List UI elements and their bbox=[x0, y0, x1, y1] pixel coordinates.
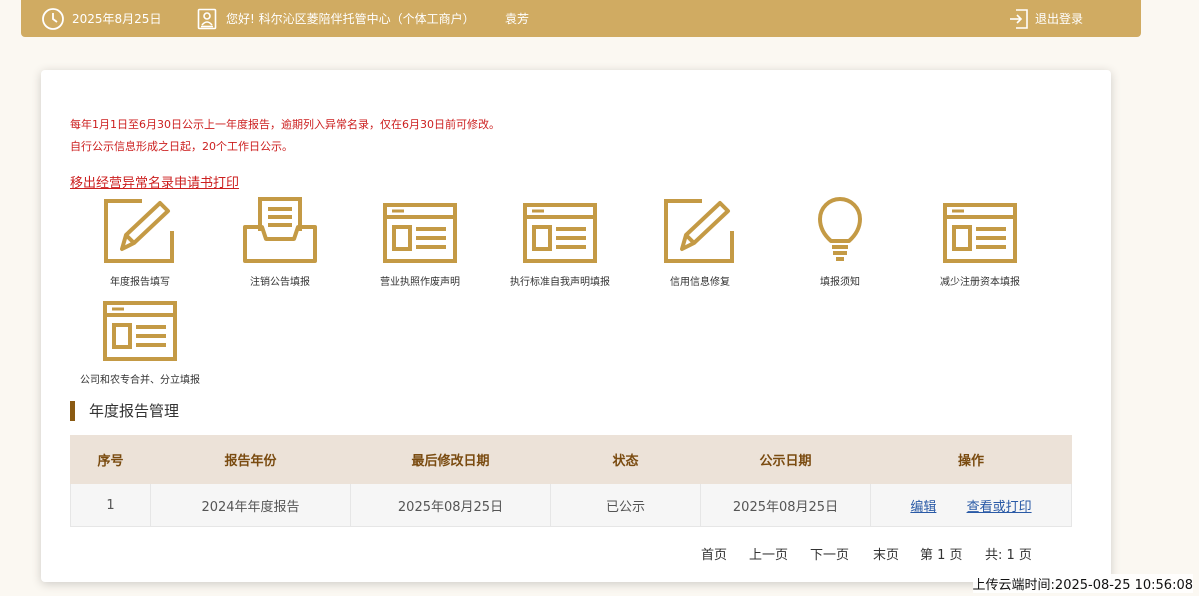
tile-annual-report[interactable]: 年度报告填写 bbox=[70, 197, 210, 288]
tile-capital-reduction[interactable]: 减少注册资本填报 bbox=[910, 197, 1050, 288]
user-name-text: 袁芳 bbox=[505, 12, 530, 26]
pager-first-button[interactable]: 首页 bbox=[701, 544, 727, 563]
tile-label: 减少注册资本填报 bbox=[940, 277, 1020, 288]
notice-line-2: 自行公示信息形成之日起，20个工作日公示。 bbox=[70, 140, 293, 153]
clock-icon bbox=[42, 7, 64, 30]
greeting-text: 您好! 科尔沁区菱陪伴托管中心（个体工商户） bbox=[226, 12, 475, 26]
pager-current-page: 第 1 页 bbox=[920, 548, 963, 563]
column-header: 序号 bbox=[70, 435, 151, 484]
top-bar: 2025年8月25日 您好! 科尔沁区菱陪伴托管中心（个体工商户） 袁芳 退出登… bbox=[21, 0, 1141, 37]
lightbulb-icon bbox=[818, 197, 862, 261]
tile-filing-guide[interactable]: 填报须知 bbox=[770, 197, 910, 288]
last-modified-date: 2025年08月25日 bbox=[350, 483, 551, 527]
column-header: 报告年份 bbox=[150, 435, 351, 484]
document-tray-icon bbox=[243, 197, 317, 263]
form-window-icon bbox=[523, 203, 597, 263]
notice-line-1: 每年1月1日至6月30日公示上一年度报告，逾期列入异常名录，仅在6月30日前可修… bbox=[70, 118, 500, 131]
table-header-row: 序号 报告年份 最后修改日期 状态 公示日期 操作 bbox=[70, 435, 1072, 484]
form-window-icon bbox=[103, 301, 177, 361]
form-window-icon bbox=[383, 203, 457, 263]
user-badge-icon bbox=[197, 8, 217, 29]
greeting-area: 您好! 科尔沁区菱陪伴托管中心（个体工商户） bbox=[197, 0, 475, 37]
tile-label: 信用信息修复 bbox=[670, 277, 730, 288]
form-window-icon bbox=[943, 203, 1017, 263]
logout-icon bbox=[1010, 8, 1028, 29]
pager-next-button[interactable]: 下一页 bbox=[810, 544, 849, 563]
tile-credit-repair[interactable]: 信用信息修复 bbox=[630, 197, 770, 288]
abnormal-list-removal-print-link[interactable]: 移出经营异常名录申请书打印 bbox=[70, 172, 239, 191]
public-date: 2025年08月25日 bbox=[700, 483, 871, 527]
tile-standard-declaration[interactable]: 执行标准自我声明填报 bbox=[490, 197, 630, 288]
tile-merger-split[interactable]: 公司和农专合并、分立填报 bbox=[70, 295, 210, 386]
pencil-edit-icon bbox=[664, 199, 734, 263]
pager-total-pages: 共: 1 页 bbox=[985, 548, 1032, 563]
upload-time-watermark: 上传云端时间:2025-08-25 10:56:08 bbox=[972, 574, 1193, 593]
table-row: 1 2024年年度报告 2025年08月25日 已公示 2025年08月25日 … bbox=[70, 483, 1072, 527]
main-card: 每年1月1日至6月30日公示上一年度报告，逾期列入异常名录，仅在6月30日前可修… bbox=[41, 70, 1111, 582]
current-date: 2025年8月25日 bbox=[72, 12, 162, 26]
tile-label: 营业执照作废声明 bbox=[380, 277, 460, 288]
section-title-annual-report: 年度报告管理 bbox=[70, 401, 179, 421]
status: 已公示 bbox=[550, 483, 701, 527]
edit-link[interactable]: 编辑 bbox=[910, 500, 936, 515]
date-area: 2025年8月25日 bbox=[41, 0, 161, 37]
row-index: 1 bbox=[70, 483, 151, 527]
tile-label: 填报须知 bbox=[820, 277, 860, 288]
tile-label: 公司和农专合并、分立填报 bbox=[80, 375, 200, 386]
tile-license-void[interactable]: 营业执照作废声明 bbox=[350, 197, 490, 288]
tile-deregistration-notice[interactable]: 注销公告填报 bbox=[210, 197, 350, 288]
column-header: 公示日期 bbox=[700, 435, 871, 484]
pager-prev-button[interactable]: 上一页 bbox=[749, 544, 788, 563]
tile-label: 注销公告填报 bbox=[250, 277, 310, 288]
user-name: 袁芳 bbox=[505, 0, 529, 37]
column-header: 状态 bbox=[550, 435, 701, 484]
tile-label: 执行标准自我声明填报 bbox=[510, 277, 610, 288]
column-header: 操作 bbox=[870, 435, 1072, 484]
pencil-edit-icon bbox=[104, 199, 174, 263]
annual-report-table: 序号 报告年份 最后修改日期 状态 公示日期 操作 1 2024年年度报告 20… bbox=[70, 435, 1072, 527]
pager-last-button[interactable]: 末页 bbox=[873, 544, 899, 563]
logout-button[interactable]: 退出登录 bbox=[1009, 0, 1083, 37]
logout-label: 退出登录 bbox=[1035, 12, 1084, 26]
report-year: 2024年年度报告 bbox=[150, 483, 351, 527]
view-print-link[interactable]: 查看或打印 bbox=[967, 500, 1032, 515]
row-actions: 编辑 查看或打印 bbox=[870, 483, 1072, 527]
tile-label: 年度报告填写 bbox=[110, 277, 170, 288]
column-header: 最后修改日期 bbox=[350, 435, 551, 484]
